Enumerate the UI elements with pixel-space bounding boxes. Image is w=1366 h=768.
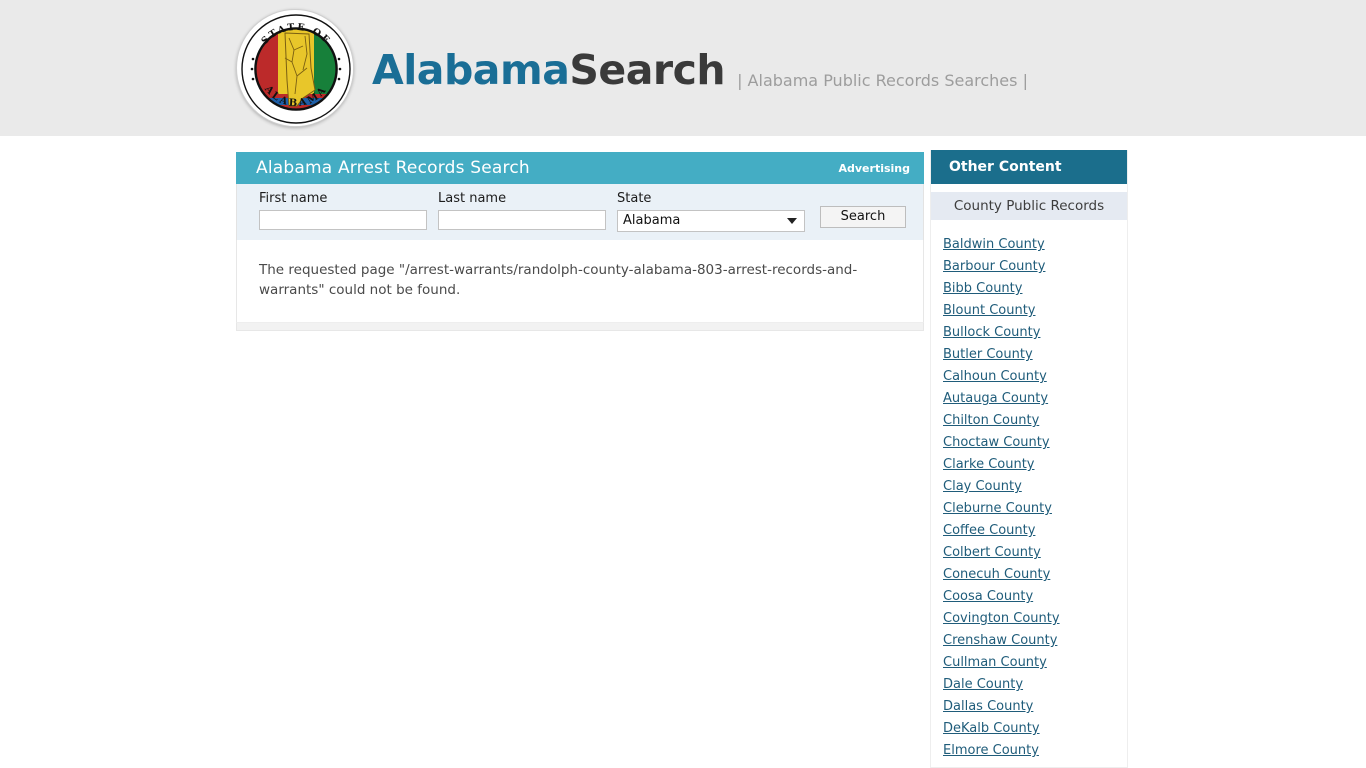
arrest-records-search-panel: Alabama Arrest Records Search Advertisin… xyxy=(236,152,924,331)
list-item: Clay County xyxy=(943,474,1127,496)
search-form: First name Last name State Alabama Searc… xyxy=(236,184,924,240)
county-public-records-list: Baldwin County Barbour County Bibb County B… xyxy=(931,220,1127,760)
alabama-state-seal-icon: STATE OF ALABAMA xyxy=(236,9,354,127)
list-item: Choctaw County xyxy=(943,430,1127,452)
sidebar-county-link[interactable]: Colbert County xyxy=(943,545,1041,560)
list-item: Crenshaw County xyxy=(943,628,1127,650)
sidebar-header: Other Content xyxy=(931,150,1127,184)
list-item: Coffee County xyxy=(943,518,1127,540)
sidebar-county-link[interactable]: Crenshaw County xyxy=(943,633,1057,648)
panel-header: Alabama Arrest Records Search Advertisin… xyxy=(236,152,924,184)
sidebar-county-link[interactable]: Covington County xyxy=(943,611,1060,626)
sidebar-county-link[interactable]: DeKalb County xyxy=(943,721,1040,736)
state-label: State xyxy=(617,191,652,206)
list-item: Coosa County xyxy=(943,584,1127,606)
sidebar-county-link[interactable]: Dallas County xyxy=(943,699,1033,714)
sidebar-county-link[interactable]: Chilton County xyxy=(943,413,1039,428)
list-item: Bullock County xyxy=(943,320,1127,342)
list-item: Blount County xyxy=(943,298,1127,320)
list-item: Butler County xyxy=(943,342,1127,364)
site-wordmark[interactable]: AlabamaSearch xyxy=(372,49,726,91)
first-name-input[interactable] xyxy=(259,210,427,230)
list-item: Dale County xyxy=(943,672,1127,694)
other-content-sidebar: Other Content County Public Records Bald… xyxy=(930,150,1128,768)
wordmark-secondary: Search xyxy=(569,45,726,94)
state-select-value: Alabama xyxy=(623,213,681,228)
advertising-label: Advertising xyxy=(838,161,911,175)
site-header: STATE OF ALABAMA AlabamaSearch | Alabama… xyxy=(0,0,1366,136)
message-area: The requested page "/arrest-warrants/ran… xyxy=(236,240,924,323)
sidebar-county-link[interactable]: Barbour County xyxy=(943,259,1045,274)
site-tagline: | Alabama Public Records Searches | xyxy=(737,70,1028,90)
list-item: Chilton County xyxy=(943,408,1127,430)
sidebar-county-link[interactable]: Bibb County xyxy=(943,281,1022,296)
state-field-group: State Alabama xyxy=(617,192,805,232)
brand-row: STATE OF ALABAMA AlabamaSearch | Alabama… xyxy=(236,0,1028,136)
list-item: Clarke County xyxy=(943,452,1127,474)
sidebar-county-link[interactable]: Clarke County xyxy=(943,457,1035,472)
sidebar-county-link[interactable]: Clay County xyxy=(943,479,1022,494)
first-name-field-group: First name xyxy=(259,192,427,230)
sidebar-county-link[interactable]: Choctaw County xyxy=(943,435,1050,450)
sidebar-county-link[interactable]: Coosa County xyxy=(943,589,1033,604)
list-item: Dallas County xyxy=(943,694,1127,716)
sidebar-subheader: County Public Records xyxy=(931,192,1127,220)
sidebar-county-link[interactable]: Calhoun County xyxy=(943,369,1047,384)
sidebar-county-link[interactable]: Baldwin County xyxy=(943,237,1045,252)
list-item: Elmore County xyxy=(943,738,1127,760)
list-item: Colbert County xyxy=(943,540,1127,562)
chevron-down-icon xyxy=(787,218,797,224)
page-title: Alabama Arrest Records Search xyxy=(256,158,530,178)
list-item: Baldwin County xyxy=(943,232,1127,254)
list-item: Conecuh County xyxy=(943,562,1127,584)
last-name-label: Last name xyxy=(438,191,507,206)
list-item: Autauga County xyxy=(943,386,1127,408)
list-item: Barbour County xyxy=(943,254,1127,276)
wordmark-primary: Alabama xyxy=(372,45,570,94)
sidebar-county-link[interactable]: Conecuh County xyxy=(943,567,1050,582)
last-name-input[interactable] xyxy=(438,210,606,230)
sidebar-county-link[interactable]: Cullman County xyxy=(943,655,1047,670)
sidebar-county-link[interactable]: Coffee County xyxy=(943,523,1035,538)
sidebar-county-link[interactable]: Butler County xyxy=(943,347,1033,362)
sidebar-county-link[interactable]: Blount County xyxy=(943,303,1036,318)
first-name-label: First name xyxy=(259,191,328,206)
sidebar-county-link[interactable]: Elmore County xyxy=(943,743,1039,758)
sidebar-county-link[interactable]: Dale County xyxy=(943,677,1023,692)
list-item: Cleburne County xyxy=(943,496,1127,518)
panel-footer xyxy=(236,323,924,331)
list-item: Bibb County xyxy=(943,276,1127,298)
list-item: Cullman County xyxy=(943,650,1127,672)
sidebar-county-link[interactable]: Autauga County xyxy=(943,391,1048,406)
list-item: Covington County xyxy=(943,606,1127,628)
last-name-field-group: Last name xyxy=(438,192,606,230)
list-item: Calhoun County xyxy=(943,364,1127,386)
state-select[interactable]: Alabama xyxy=(617,210,805,232)
list-item: DeKalb County xyxy=(943,716,1127,738)
page-not-found-message: The requested page "/arrest-warrants/ran… xyxy=(259,262,858,298)
search-button[interactable]: Search xyxy=(820,206,906,228)
sidebar-county-link[interactable]: Bullock County xyxy=(943,325,1040,340)
sidebar-county-link[interactable]: Cleburne County xyxy=(943,501,1052,516)
